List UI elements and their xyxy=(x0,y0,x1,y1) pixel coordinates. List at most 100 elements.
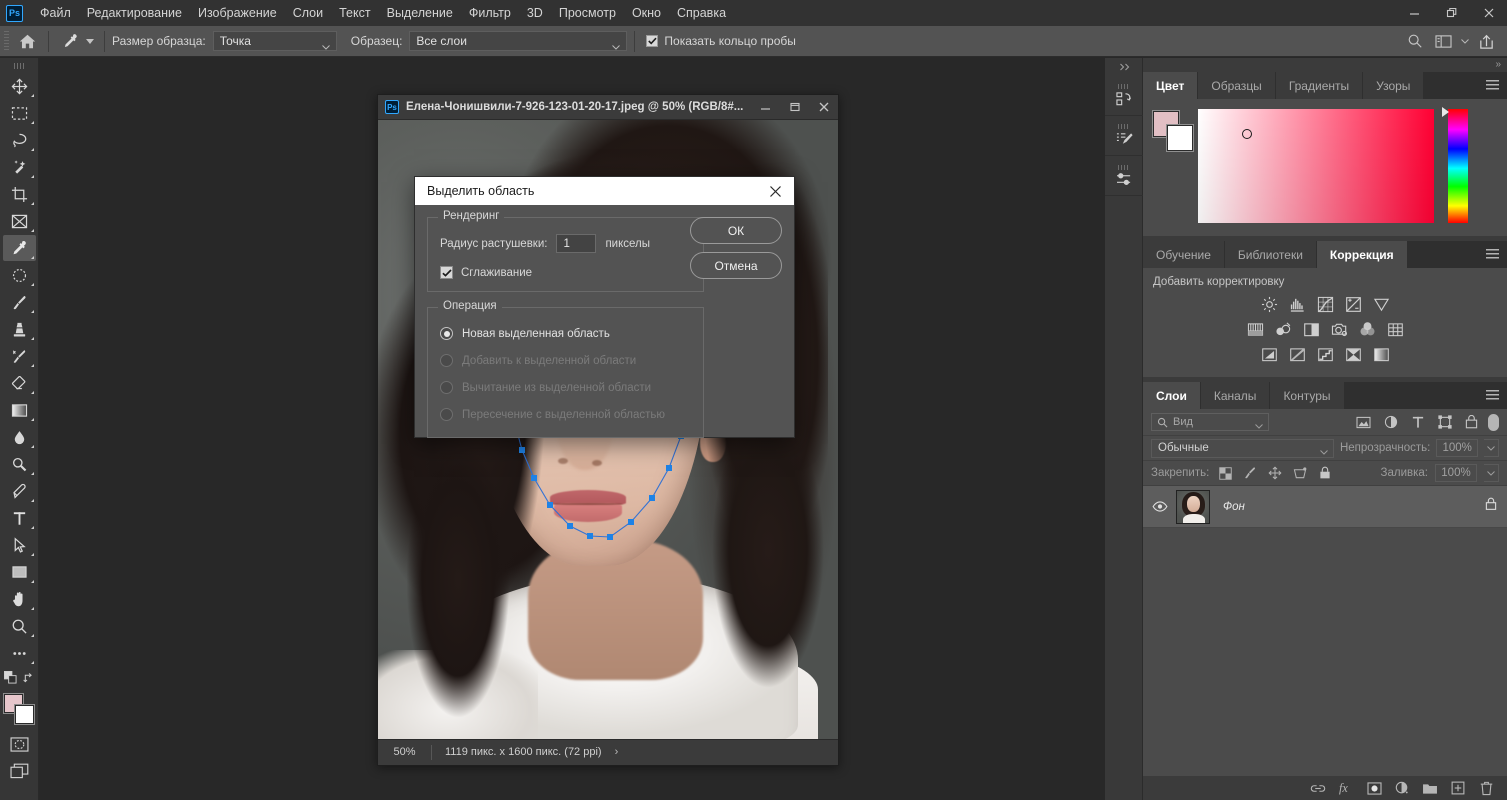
layer-visibility-icon[interactable] xyxy=(1143,501,1176,512)
tab-channels[interactable]: Каналы xyxy=(1200,382,1271,409)
filter-pixel-icon[interactable] xyxy=(1353,413,1374,431)
lock-image-icon[interactable] xyxy=(1241,464,1259,482)
panel-menu-icon[interactable] xyxy=(1486,390,1499,401)
canvas-area[interactable]: Ps Елена-Чонишвили-7-926-123-01-20-17.jp… xyxy=(39,58,1105,800)
document-restore-button[interactable] xyxy=(780,95,809,120)
sample-select[interactable]: Все слои xyxy=(409,31,628,51)
ok-button[interactable]: ОК xyxy=(690,217,782,244)
show-sampling-ring-checkbox[interactable]: Показать кольцо пробы xyxy=(646,34,802,48)
zoom-level[interactable]: 50% xyxy=(378,746,431,758)
fill-chevron-icon[interactable] xyxy=(1484,464,1499,482)
table-row[interactable]: Фон xyxy=(1143,486,1507,528)
feather-radius-input[interactable]: 1 xyxy=(556,234,597,253)
new-group-icon[interactable] xyxy=(1421,779,1439,797)
layer-style-icon[interactable]: fx xyxy=(1337,779,1355,797)
color-picker-field[interactable] xyxy=(1198,109,1434,223)
menu-3d[interactable]: 3D xyxy=(519,0,551,26)
minimize-button[interactable] xyxy=(1396,0,1433,26)
opacity-input[interactable]: 100% xyxy=(1436,439,1479,457)
path-selection-tool[interactable] xyxy=(3,532,36,558)
fill-input[interactable]: 100% xyxy=(1435,464,1477,482)
restore-button[interactable] xyxy=(1433,0,1470,26)
channel-mixer-icon[interactable] xyxy=(1358,320,1377,339)
home-icon[interactable] xyxy=(13,27,41,55)
menu-window[interactable]: Окно xyxy=(624,0,669,26)
close-icon[interactable] xyxy=(756,177,794,205)
invert-icon[interactable] xyxy=(1260,345,1279,364)
tab-libraries[interactable]: Библиотеки xyxy=(1224,241,1317,268)
quick-selection-tool[interactable] xyxy=(3,154,36,180)
brush-settings-panel-button[interactable] xyxy=(1105,116,1143,156)
hue-slider-handle[interactable] xyxy=(1442,107,1449,117)
menu-image[interactable]: Изображение xyxy=(190,0,285,26)
frame-tool[interactable] xyxy=(3,208,36,234)
menu-type[interactable]: Текст xyxy=(331,0,378,26)
gradient-tool[interactable] xyxy=(3,397,36,423)
layer-lock-icon[interactable] xyxy=(1485,497,1497,516)
status-expand-arrow-icon[interactable]: › xyxy=(615,746,619,758)
quickmask-icon[interactable] xyxy=(3,731,36,757)
panel-menu-icon[interactable] xyxy=(1486,249,1499,260)
cancel-button[interactable]: Отмена xyxy=(690,252,782,279)
layer-filter-select[interactable]: Вид xyxy=(1151,413,1269,431)
crop-tool[interactable] xyxy=(3,181,36,207)
layer-mask-icon[interactable] xyxy=(1365,779,1383,797)
vibrance-icon[interactable] xyxy=(1372,295,1391,314)
lock-artboard-icon[interactable] xyxy=(1291,464,1309,482)
tab-learn[interactable]: Обучение xyxy=(1143,241,1225,268)
menu-view[interactable]: Просмотр xyxy=(551,0,624,26)
menu-select[interactable]: Выделение xyxy=(379,0,461,26)
color-lookup-icon[interactable] xyxy=(1386,320,1405,339)
antialias-checkbox[interactable]: Сглаживание xyxy=(440,266,691,279)
tab-gradients[interactable]: Градиенты xyxy=(1275,72,1364,99)
filter-smart-icon[interactable] xyxy=(1461,413,1482,431)
blend-mode-select[interactable]: Обычные xyxy=(1151,438,1334,458)
share-icon[interactable] xyxy=(1473,28,1499,54)
pen-tool[interactable] xyxy=(3,478,36,504)
eyedropper-icon[interactable] xyxy=(56,29,83,54)
rectangular-marquee-tool[interactable] xyxy=(3,100,36,126)
selective-color-icon[interactable] xyxy=(1344,345,1363,364)
color-background-swatch[interactable] xyxy=(1167,125,1193,151)
menu-file[interactable]: Файл xyxy=(32,0,79,26)
black-white-icon[interactable] xyxy=(1302,320,1321,339)
rectangle-tool[interactable] xyxy=(3,559,36,585)
color-picker-marker[interactable] xyxy=(1242,129,1252,139)
clone-stamp-tool[interactable] xyxy=(3,316,36,342)
default-colors-icon[interactable] xyxy=(3,671,17,689)
threshold-icon[interactable] xyxy=(1316,345,1335,364)
filter-shape-icon[interactable] xyxy=(1434,413,1455,431)
photo-filter-icon[interactable] xyxy=(1330,320,1349,339)
adjustment-layer-icon[interactable] xyxy=(1393,779,1411,797)
link-layers-icon[interactable] xyxy=(1309,779,1327,797)
swap-colors-icon[interactable] xyxy=(22,671,35,689)
toolbar-grip[interactable] xyxy=(13,63,25,69)
edit-toolbar-button[interactable] xyxy=(3,640,36,666)
document-minimize-button[interactable] xyxy=(751,95,780,120)
lock-position-icon[interactable] xyxy=(1266,464,1284,482)
zoom-tool[interactable] xyxy=(3,613,36,639)
move-tool[interactable] xyxy=(3,73,36,99)
workspace-icon[interactable] xyxy=(1430,28,1456,54)
tab-paths[interactable]: Контуры xyxy=(1270,382,1345,409)
close-button[interactable] xyxy=(1470,0,1507,26)
spot-healing-brush-tool[interactable] xyxy=(3,262,36,288)
history-brush-tool[interactable] xyxy=(3,343,36,369)
dodge-tool[interactable] xyxy=(3,451,36,477)
search-icon[interactable] xyxy=(1402,28,1428,54)
filter-adjustment-icon[interactable] xyxy=(1380,413,1401,431)
workspace-chevron-icon[interactable] xyxy=(1458,38,1471,44)
lasso-tool[interactable] xyxy=(3,127,36,153)
dialog-titlebar[interactable]: Выделить область xyxy=(415,177,794,205)
hand-tool[interactable] xyxy=(3,586,36,612)
type-tool[interactable] xyxy=(3,505,36,531)
brightness-contrast-icon[interactable] xyxy=(1260,295,1279,314)
layer-thumbnail[interactable] xyxy=(1176,489,1210,524)
chevrons-right-icon[interactable]: » xyxy=(1495,59,1501,70)
eyedropper-tool[interactable] xyxy=(2,235,36,261)
delete-layer-icon[interactable] xyxy=(1477,779,1495,797)
screenmode-icon[interactable] xyxy=(3,758,36,784)
tab-adjustments[interactable]: Коррекция xyxy=(1316,241,1408,268)
blur-tool[interactable] xyxy=(3,424,36,450)
options-bar-grip[interactable] xyxy=(4,31,9,51)
